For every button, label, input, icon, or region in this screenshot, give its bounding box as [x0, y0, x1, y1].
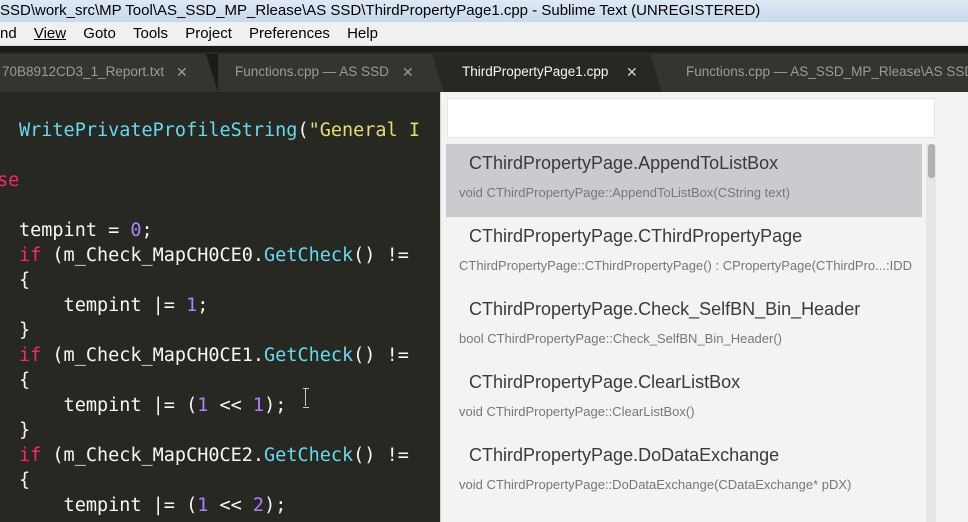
code-line: if (m_Check_MapCH0CE1.GetCheck() !=: [19, 345, 420, 366]
tab-separator: [650, 54, 662, 92]
tab-separator: [432, 54, 444, 92]
code-line: }: [19, 320, 31, 341]
symbol-list-scrollbar[interactable]: [926, 144, 936, 522]
tab-report-txt[interactable]: 70B8912CD3_1_Report.txt ✕: [0, 54, 206, 92]
tab-label: Functions.cpp — AS SSD: [235, 64, 389, 79]
tab-label: ThirdPropertyPage1.cpp: [462, 64, 609, 79]
tab-close-icon[interactable]: ✕: [626, 54, 638, 90]
goto-symbol-input[interactable]: [447, 98, 935, 138]
symbol-name: CThirdPropertyPage.AppendToListBox: [469, 153, 779, 173]
window-title-bar[interactable]: SSD\work_src\MP Tool\AS_SSD_MP_Rlease\AS…: [0, 0, 968, 22]
symbol-item[interactable]: CThirdPropertyPage.AppendToListBox void …: [446, 144, 922, 217]
tab-close-icon[interactable]: ✕: [176, 54, 188, 90]
code-line: if (m_Check_MapCH0CE0.GetCheck() !=: [19, 245, 420, 266]
menu-item-goto[interactable]: Goto: [83, 22, 116, 45]
code-line: {: [19, 270, 31, 291]
symbol-name: CThirdPropertyPage.ClearListBox: [469, 372, 741, 392]
goto-symbol-panel: CThirdPropertyPage.AppendToListBox void …: [440, 92, 968, 522]
menu-bar: nd View Goto Tools Project Preferences H…: [0, 22, 968, 46]
symbol-item[interactable]: CThirdPropertyPage.DoDataExchange void C…: [446, 436, 922, 509]
symbol-signature: void CThirdPropertyPage::DoDataExchange(…: [459, 477, 852, 492]
tab-thirdpropertypage-cpp[interactable]: ThirdPropertyPage1.cpp ✕: [444, 54, 650, 92]
tab-bar: 70B8912CD3_1_Report.txt ✕ Functions.cpp …: [0, 46, 968, 92]
code-line: {: [19, 470, 31, 491]
menu-item-find[interactable]: nd: [0, 22, 17, 45]
menu-item-view[interactable]: View: [34, 22, 66, 45]
menu-item-preferences[interactable]: Preferences: [249, 22, 330, 45]
menu-item-project[interactable]: Project: [185, 22, 232, 45]
menu-item-help[interactable]: Help: [347, 22, 378, 45]
symbol-item[interactable]: CThirdPropertyPage.Check_SelfBN_Bin_Head…: [446, 290, 922, 363]
symbol-name: CThirdPropertyPage.DoDataExchange: [469, 445, 780, 465]
menu-item-tools[interactable]: Tools: [133, 22, 168, 45]
tab-bar-strip: [0, 46, 968, 52]
tab-label: Functions.cpp — AS_SSD_MP_Rlease\AS SSD: [686, 64, 968, 79]
symbol-item[interactable]: CThirdPropertyPage.ClearListBox void CTh…: [446, 363, 922, 436]
symbol-list: CThirdPropertyPage.AppendToListBox void …: [446, 144, 922, 522]
code-line: tempint |= (1 << 1);: [19, 395, 287, 416]
code-line: se: [0, 170, 20, 191]
text-cursor-icon: [303, 388, 309, 408]
symbol-item[interactable]: CThirdPropertyPage.CThirdPropertyPage CT…: [446, 217, 922, 290]
tab-label: 70B8912CD3_1_Report.txt: [2, 64, 165, 79]
symbol-signature: void CThirdPropertyPage::ClearListBox(): [459, 404, 695, 419]
symbol-name: CThirdPropertyPage.Check_SelfBN_Bin_Head…: [469, 299, 861, 319]
tab-close-icon[interactable]: ✕: [402, 54, 414, 90]
code-line: tempint |= 1;: [19, 295, 209, 316]
symbol-signature: CThirdPropertyPage::CThirdPropertyPage()…: [459, 258, 912, 273]
symbol-signature: void CThirdPropertyPage::AppendToListBox…: [459, 185, 790, 200]
symbol-signature: bool CThirdPropertyPage::Check_SelfBN_Bi…: [459, 331, 782, 346]
tab-functions-cpp-mp-release[interactable]: Functions.cpp — AS_SSD_MP_Rlease\AS SSD: [662, 54, 968, 92]
code-line: tempint = 0;: [19, 220, 153, 241]
symbol-name: CThirdPropertyPage.CThirdPropertyPage: [469, 226, 803, 246]
code-line: tempint |= (1 << 2);: [19, 495, 287, 516]
symbol-list-scroll-thumb[interactable]: [928, 144, 935, 178]
code-line: WritePrivateProfileString("General I: [19, 120, 420, 141]
code-line: if (m_Check_MapCH0CE2.GetCheck() !=: [19, 445, 420, 466]
window-title: SSD\work_src\MP Tool\AS_SSD_MP_Rlease\AS…: [0, 2, 761, 19]
tab-separator: [206, 54, 218, 92]
code-line: }: [19, 420, 31, 441]
tab-functions-cpp[interactable]: Functions.cpp — AS SSD ✕: [218, 54, 432, 92]
code-line: {: [19, 370, 31, 391]
